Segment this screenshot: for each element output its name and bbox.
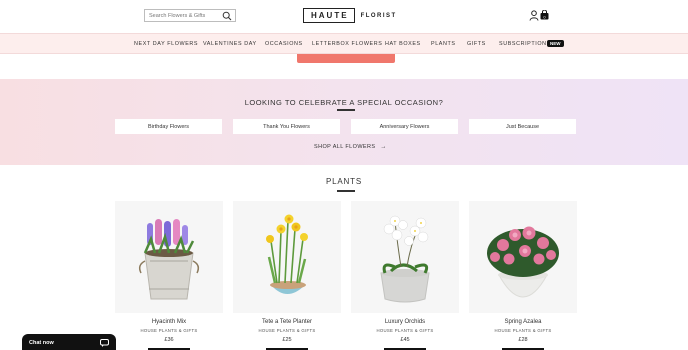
search-box[interactable]	[144, 9, 236, 22]
nav-occasions[interactable]: OCCASIONS	[265, 41, 303, 47]
product-card[interactable]: Luxury Orchids HOUSE PLANTS & GIFTS £45	[351, 201, 459, 350]
product-image[interactable]	[351, 201, 459, 313]
product-price: £28	[518, 337, 528, 343]
logo-florist: FLORIST	[360, 12, 397, 19]
nav-letterbox-flowers[interactable]: LETTERBOX FLOWERS	[312, 41, 382, 47]
product-category: HOUSE PLANTS & GIFTS	[258, 328, 316, 333]
nav-hat-boxes[interactable]: HAT BOXES	[385, 41, 421, 47]
main-nav: NEXT DAY FLOWERS VALENTINES DAY OCCASION…	[0, 33, 688, 54]
hero-cta-button[interactable]	[297, 54, 395, 63]
chat-bubble-icon	[100, 339, 109, 347]
product-card[interactable]: Hyacinth Mix HOUSE PLANTS & GIFTS £36	[115, 201, 223, 350]
nav-gifts[interactable]: GIFTS	[467, 41, 486, 47]
shop-all-label: SHOP ALL FLOWERS	[314, 144, 376, 150]
hyacinth-illustration	[138, 219, 200, 300]
search-input[interactable]	[149, 12, 219, 19]
plants-heading: PLANTS	[326, 177, 362, 186]
shop-all-flowers-link[interactable]: SHOP ALL FLOWERS →	[314, 144, 387, 150]
product-name[interactable]: Tete a Tete Planter	[233, 319, 341, 325]
product-category: HOUSE PLANTS & GIFTS	[494, 328, 552, 333]
product-image[interactable]	[233, 201, 341, 313]
product-card[interactable]: Spring Azalea HOUSE PLANTS & GIFTS £28	[469, 201, 577, 350]
product-image[interactable]	[115, 201, 223, 313]
product-card[interactable]: Tete a Tete Planter HOUSE PLANTS & GIFTS…	[233, 201, 341, 350]
search-icon[interactable]	[222, 11, 232, 21]
product-name[interactable]: Hyacinth Mix	[115, 319, 223, 325]
nav-subscriptions[interactable]: SUBSCRIPTIONS	[499, 41, 551, 47]
logo-haute: HAUTE	[303, 8, 355, 23]
heading-divider	[337, 109, 355, 111]
nav-next-day-flowers[interactable]: NEXT DAY FLOWERS	[134, 41, 198, 47]
daffodil-illustration	[266, 214, 308, 294]
nav-valentines-day[interactable]: VALENTINES DAY	[203, 41, 257, 47]
occasion-just-because-button[interactable]: Just Because	[469, 119, 576, 134]
occasion-section: LOOKING TO CELEBRATE A SPECIAL OCCASION?…	[0, 79, 688, 165]
new-badge: NEW	[547, 40, 564, 47]
basket-icon[interactable]: 0	[540, 10, 549, 20]
site-logo[interactable]: HAUTE FLORIST	[303, 8, 397, 23]
product-category: HOUSE PLANTS & GIFTS	[140, 328, 198, 333]
occasion-birthday-button[interactable]: Birthday Flowers	[115, 119, 222, 134]
product-image[interactable]	[469, 201, 577, 313]
product-price: £45	[400, 337, 410, 343]
occasion-anniversary-button[interactable]: Anniversary Flowers	[351, 119, 458, 134]
occasion-thank-you-button[interactable]: Thank You Flowers	[233, 119, 340, 134]
account-icon[interactable]	[529, 10, 539, 21]
product-price: £25	[282, 337, 292, 343]
orchid-illustration	[380, 215, 430, 303]
arrow-right-icon: →	[380, 144, 387, 150]
site-header: HAUTE FLORIST 0	[0, 0, 688, 33]
nav-plants[interactable]: PLANTS	[431, 41, 456, 47]
heading-divider	[337, 190, 355, 192]
chat-label: Chat now	[29, 340, 54, 346]
product-category: HOUSE PLANTS & GIFTS	[376, 328, 434, 333]
product-name[interactable]: Luxury Orchids	[351, 319, 459, 325]
product-price: £36	[164, 337, 174, 343]
azalea-illustration	[487, 226, 559, 298]
chat-widget[interactable]: Chat now	[22, 334, 116, 350]
occasion-heading: LOOKING TO CELEBRATE A SPECIAL OCCASION?	[244, 98, 444, 107]
product-name[interactable]: Spring Azalea	[469, 319, 577, 325]
